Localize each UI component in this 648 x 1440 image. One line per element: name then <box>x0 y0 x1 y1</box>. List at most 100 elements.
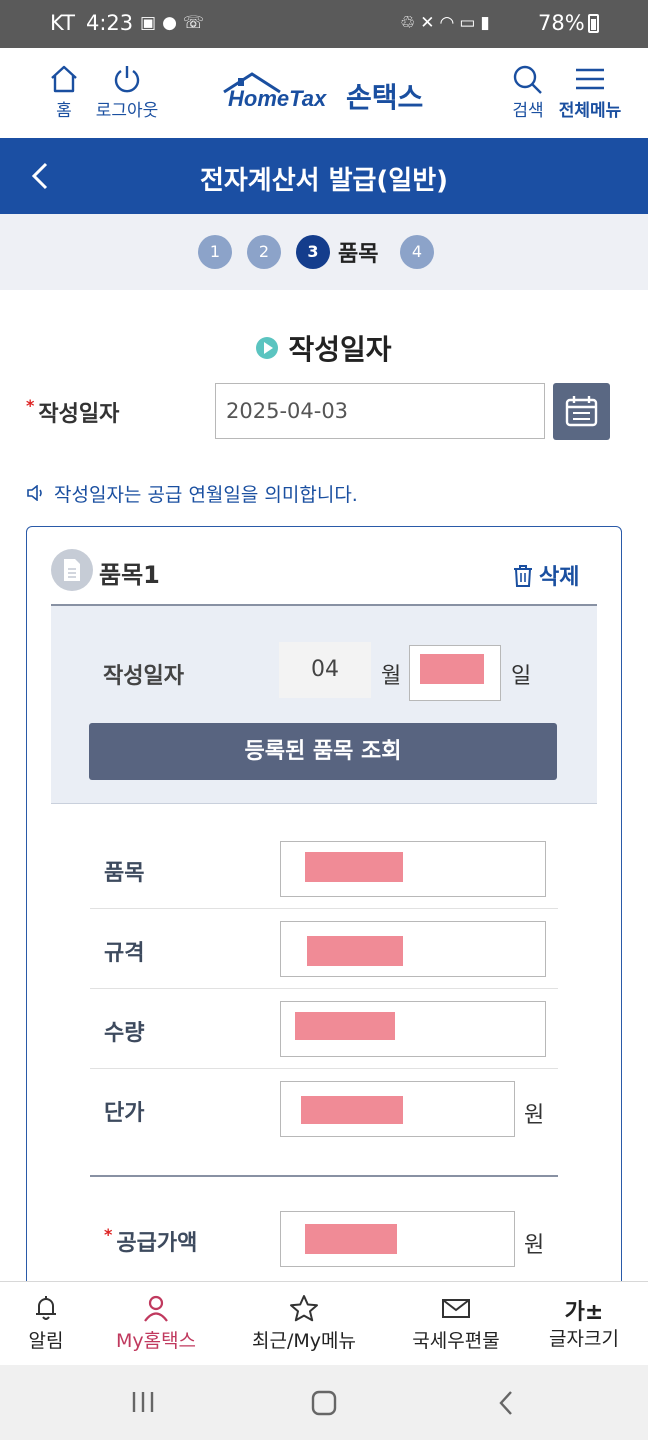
write-date-box: 작성일자 04 월 일 등록된 품목 조회 <box>51 604 597 804</box>
quantity-label: 수량 <box>104 1021 145 1046</box>
document-icon <box>51 549 93 591</box>
home-icon <box>51 65 77 93</box>
nav-tax-mail[interactable]: 국세우편물 <box>398 1282 514 1366</box>
play-bullet-icon <box>256 337 279 359</box>
clock-time: 4:23 <box>86 11 134 35</box>
quantity-row: 수량 <box>90 989 558 1069</box>
redacted-value <box>420 654 484 684</box>
search-button[interactable]: 검색 <box>506 48 550 138</box>
supply-amount-currency: 원 <box>524 1233 545 1258</box>
logo-text-ko: 손택스 <box>346 81 424 114</box>
item-name-input[interactable] <box>280 841 546 897</box>
unit-price-label: 단가 <box>104 1101 145 1126</box>
nav-alerts[interactable]: 알림 <box>10 1282 82 1366</box>
spec-label: 규격 <box>104 941 145 966</box>
item-card-title: 품목1 <box>99 561 160 589</box>
date-notice: 작성일자는 공급 연월일을 의미합니다. <box>26 480 358 507</box>
step-2: 2 <box>247 235 281 269</box>
supply-amount-label-text: 공급가액 <box>116 1231 198 1256</box>
wifi-icon: ◠ <box>439 13 460 33</box>
day-unit: 일 <box>511 664 532 689</box>
nav-recent-menu-label: 최근/My메뉴 <box>252 1330 356 1352</box>
notice-text: 작성일자는 공급 연월일을 의미합니다. <box>54 484 358 506</box>
write-date-label-text: 작성일자 <box>38 402 120 427</box>
carrier-label: KT <box>50 11 75 35</box>
section-title: 작성일자 <box>0 328 648 368</box>
system-navigation-bar <box>0 1365 648 1440</box>
unit-price-row: 단가 원 <box>90 1069 558 1149</box>
nav-recent-menu[interactable]: 최근/My메뉴 <box>240 1282 368 1366</box>
calendar-button[interactable] <box>553 383 610 440</box>
menu-label: 전체메뉴 <box>558 101 622 121</box>
font-size-icon: 가± <box>564 1300 604 1325</box>
item-name-row: 품목 <box>90 829 558 909</box>
signal-icon: ▮ <box>480 13 495 33</box>
registered-items-query-button[interactable]: 등록된 품목 조회 <box>89 723 557 780</box>
home-button[interactable]: 홈 <box>44 48 84 138</box>
month-field: 04 <box>279 642 371 698</box>
nav-my-hometax-label: My홈택스 <box>115 1330 197 1352</box>
write-date-input[interactable] <box>215 383 545 439</box>
nav-font-size[interactable]: 가± 글자크기 <box>538 1282 630 1366</box>
image-icon: ▣ <box>140 13 163 33</box>
supply-amount-label: * 공급가액 <box>104 1225 197 1257</box>
day-input[interactable] <box>409 645 501 701</box>
back-nav-icon[interactable] <box>496 1389 516 1417</box>
redacted-value <box>305 1224 397 1254</box>
nav-alerts-label: 알림 <box>28 1330 64 1352</box>
unit-price-input[interactable] <box>280 1081 515 1137</box>
trash-icon <box>514 565 532 587</box>
item-card: 품목1 삭제 작성일자 04 월 일 등록된 품목 조회 품목 규격 수량 단가 <box>26 526 622 1326</box>
spec-row: 규격 <box>90 909 558 989</box>
delete-item-button[interactable]: 삭제 <box>513 559 579 591</box>
mail-icon <box>442 1299 470 1318</box>
person-icon <box>144 1295 168 1322</box>
full-menu-button[interactable]: 전체메뉴 <box>554 48 626 138</box>
write-date-label: * 작성일자 <box>26 396 119 428</box>
hometax-logo[interactable]: HomeTax 손택스 <box>222 72 432 116</box>
battery-icon <box>588 14 599 33</box>
delete-label: 삭제 <box>539 565 580 590</box>
home-label: 홈 <box>56 101 72 121</box>
bottom-navigation: 알림 My홈택스 최근/My메뉴 국세우편물 가± 글자크기 <box>0 1281 648 1365</box>
logout-label: 로그아웃 <box>95 101 159 121</box>
section-title-text: 작성일자 <box>288 333 392 366</box>
app-header: 홈 로그아웃 HomeTax 손택스 검색 전체메뉴 <box>0 48 648 138</box>
unit-price-currency: 원 <box>524 1103 545 1128</box>
month-unit: 월 <box>381 664 402 689</box>
redacted-value <box>307 936 403 966</box>
supply-amount-row: * 공급가액 원 <box>90 1199 558 1279</box>
hd-icon: ▭ <box>459 13 481 33</box>
step-1: 1 <box>198 235 232 269</box>
chat-icon: ● <box>162 13 183 33</box>
page-title: 전자계산서 발급(일반) <box>199 166 449 196</box>
logout-button[interactable]: 로그아웃 <box>88 48 166 138</box>
nav-tax-mail-label: 국세우편물 <box>412 1330 500 1352</box>
call-icon: ☏ <box>182 13 211 33</box>
step-3-active: 3 <box>296 235 330 269</box>
hamburger-icon <box>576 68 604 90</box>
system-icons: ♲✕◠▭▮ <box>400 13 495 33</box>
nav-font-size-label: 글자크기 <box>549 1328 619 1350</box>
home-nav-icon[interactable] <box>310 1389 338 1417</box>
calendar-icon <box>565 396 598 427</box>
supply-amount-input[interactable] <box>280 1211 515 1267</box>
power-icon <box>114 66 140 93</box>
page-titlebar: 전자계산서 발급(일반) <box>0 138 648 214</box>
recycle-icon: ♲ <box>400 13 421 33</box>
redacted-value <box>295 1012 395 1040</box>
step-4: 4 <box>400 235 434 269</box>
required-mark: * <box>104 1225 113 1244</box>
spec-input[interactable] <box>280 921 546 977</box>
battery-percent: 78% <box>538 11 585 35</box>
recent-apps-icon[interactable] <box>130 1389 156 1415</box>
redacted-value <box>305 852 403 882</box>
item-name-label: 품목 <box>104 861 145 886</box>
section-divider <box>90 1175 558 1177</box>
quantity-input[interactable] <box>280 1001 546 1057</box>
search-icon <box>513 65 542 94</box>
notification-icons: ▣●☏ <box>140 13 210 33</box>
step-indicator: 1 2 3 품목 4 <box>0 214 648 290</box>
star-icon <box>290 1295 318 1322</box>
nav-my-hometax[interactable]: My홈택스 <box>104 1282 208 1366</box>
